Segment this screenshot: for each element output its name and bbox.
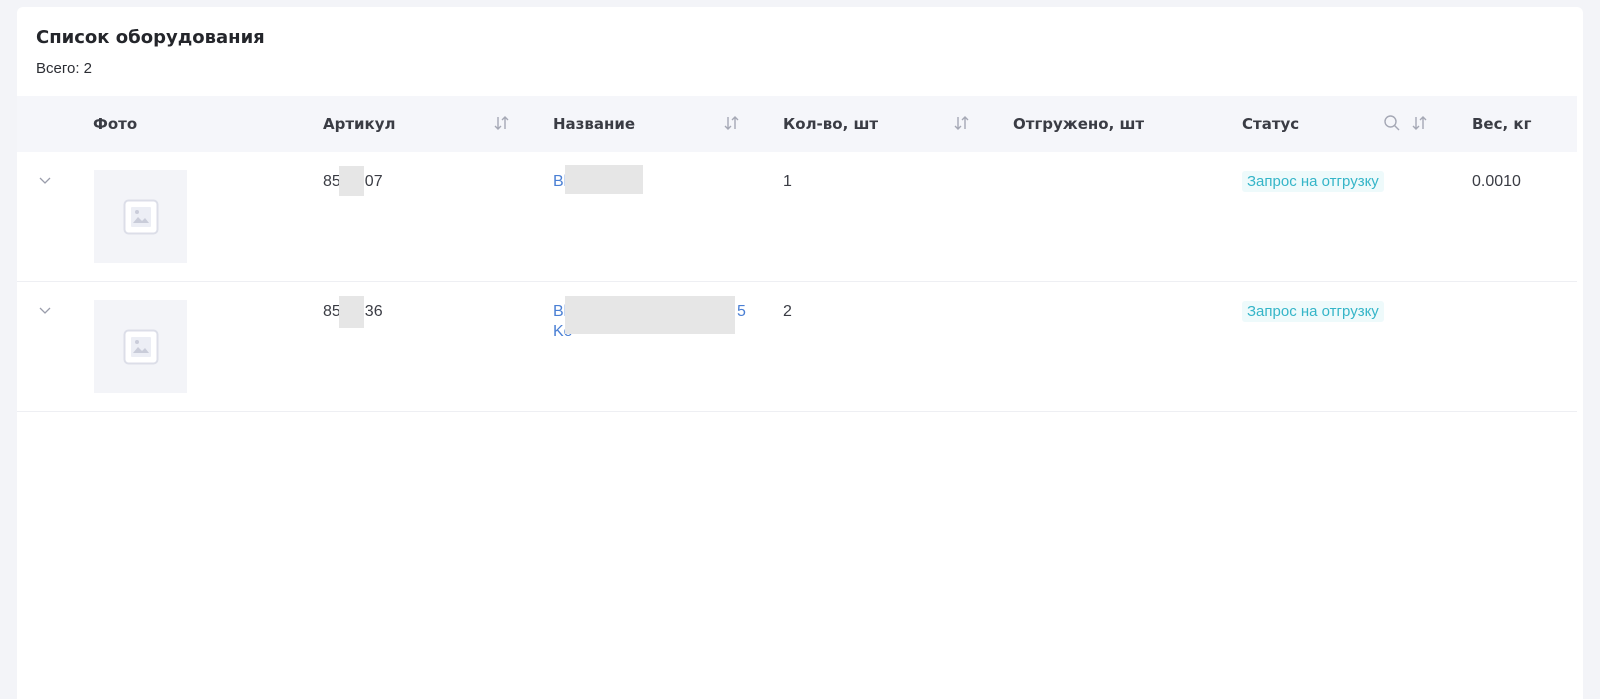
column-header-qty[interactable]: Кол-во, шт xyxy=(783,115,878,133)
redaction xyxy=(339,166,364,196)
sort-arrows-icon[interactable] xyxy=(723,114,741,132)
image-placeholder-icon xyxy=(123,199,158,234)
column-header-name[interactable]: Название xyxy=(553,115,635,133)
table-header: Фото Артикул Название Кол-во, шт Отгруже… xyxy=(17,96,1577,152)
table-row: 85 36 Bl 5 Ko 2 Запрос на отгрузку xyxy=(17,282,1577,412)
sort-arrows-icon[interactable] xyxy=(1411,114,1429,132)
article-suffix: 36 xyxy=(364,303,383,320)
qty-cell: 1 xyxy=(783,173,792,190)
chevron-down-icon[interactable] xyxy=(38,173,52,187)
redaction xyxy=(565,165,643,194)
redaction xyxy=(339,296,364,328)
status-badge: Запрос на отгрузку xyxy=(1242,301,1384,322)
equipment-list-panel: Список оборудования Всего: 2 Фото Артику… xyxy=(17,7,1583,699)
redaction xyxy=(565,296,735,334)
sort-arrows-icon[interactable] xyxy=(953,114,971,132)
product-name-text[interactable]: 5 xyxy=(737,302,746,322)
page-title: Список оборудования xyxy=(36,27,265,48)
column-header-weight: Вес, кг xyxy=(1472,115,1532,133)
product-photo[interactable] xyxy=(94,300,187,393)
status-badge: Запрос на отгрузку xyxy=(1242,171,1384,192)
article-suffix: 07 xyxy=(364,173,383,190)
column-header-article[interactable]: Артикул xyxy=(323,115,396,133)
qty-cell: 2 xyxy=(783,303,792,320)
weight-cell: 0.0010 xyxy=(1472,173,1521,190)
column-header-shipped: Отгружено, шт xyxy=(1013,115,1145,133)
sort-arrows-icon[interactable] xyxy=(493,114,511,132)
column-header-photo: Фото xyxy=(93,115,138,133)
search-icon[interactable] xyxy=(1383,114,1401,132)
chevron-down-icon[interactable] xyxy=(38,303,52,317)
product-photo[interactable] xyxy=(94,170,187,263)
table-row: 85 07 Bl 1 Запрос на отгрузку 0.0010 xyxy=(17,152,1577,282)
column-header-status[interactable]: Статус xyxy=(1242,115,1299,133)
total-count: Всего: 2 xyxy=(36,60,93,77)
image-placeholder-icon xyxy=(123,329,158,364)
